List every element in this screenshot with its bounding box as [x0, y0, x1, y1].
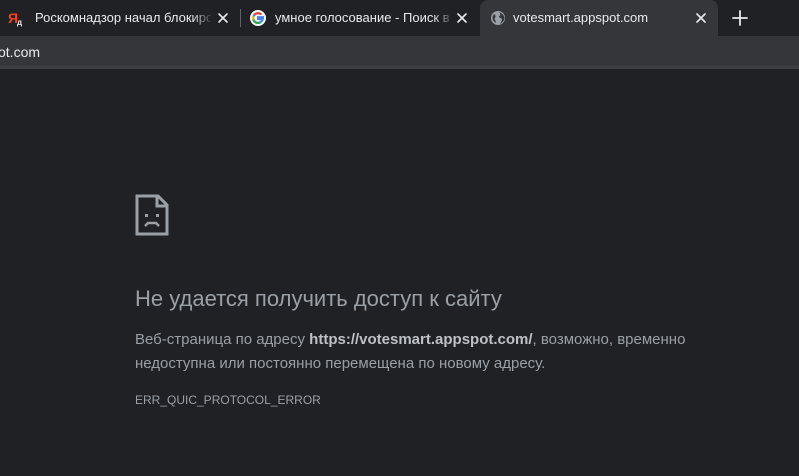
- error-page: Не удается получить доступ к сайту Веб-с…: [0, 69, 799, 476]
- svg-text:д: д: [17, 18, 22, 27]
- google-icon: [250, 10, 266, 26]
- close-icon[interactable]: [693, 10, 709, 26]
- tab-strip: Я д Роскомнадзор начал блокировать умное…: [0, 0, 799, 36]
- error-code: ERR_QUIC_PROTOCOL_ERROR: [135, 393, 321, 407]
- desc-url: https://votesmart.appspot.com/: [309, 331, 533, 348]
- tab-title-fade: [192, 8, 214, 28]
- address-bar-text[interactable]: ot.com: [0, 44, 40, 60]
- tab-title: умное голосование - Поиск в Google: [275, 10, 453, 25]
- close-icon[interactable]: [215, 10, 231, 26]
- tab-title: votesmart.appspot.com: [513, 10, 649, 25]
- tab-google-search[interactable]: умное голосование - Поиск в Google: [241, 0, 479, 36]
- tab-roskomnadzor[interactable]: Я д Роскомнадзор начал блокировать: [0, 0, 238, 36]
- error-heading: Не удается получить доступ к сайту: [135, 286, 502, 311]
- tab-title: Роскомнадзор начал блокировать: [35, 10, 211, 25]
- close-icon[interactable]: [454, 10, 470, 26]
- error-description: Веб-страница по адресу https://votesmart…: [135, 328, 735, 376]
- toolbar: ot.com: [0, 36, 799, 66]
- sad-page-icon: [135, 194, 169, 236]
- new-tab-icon[interactable]: [728, 6, 752, 30]
- desc-prefix: Веб-страница по адресу: [135, 331, 310, 348]
- yandex-icon: Я д: [8, 10, 22, 27]
- tab-votesmart[interactable]: votesmart.appspot.com: [480, 0, 718, 36]
- tab-title-fade: [433, 8, 455, 28]
- globe-icon: [491, 11, 505, 25]
